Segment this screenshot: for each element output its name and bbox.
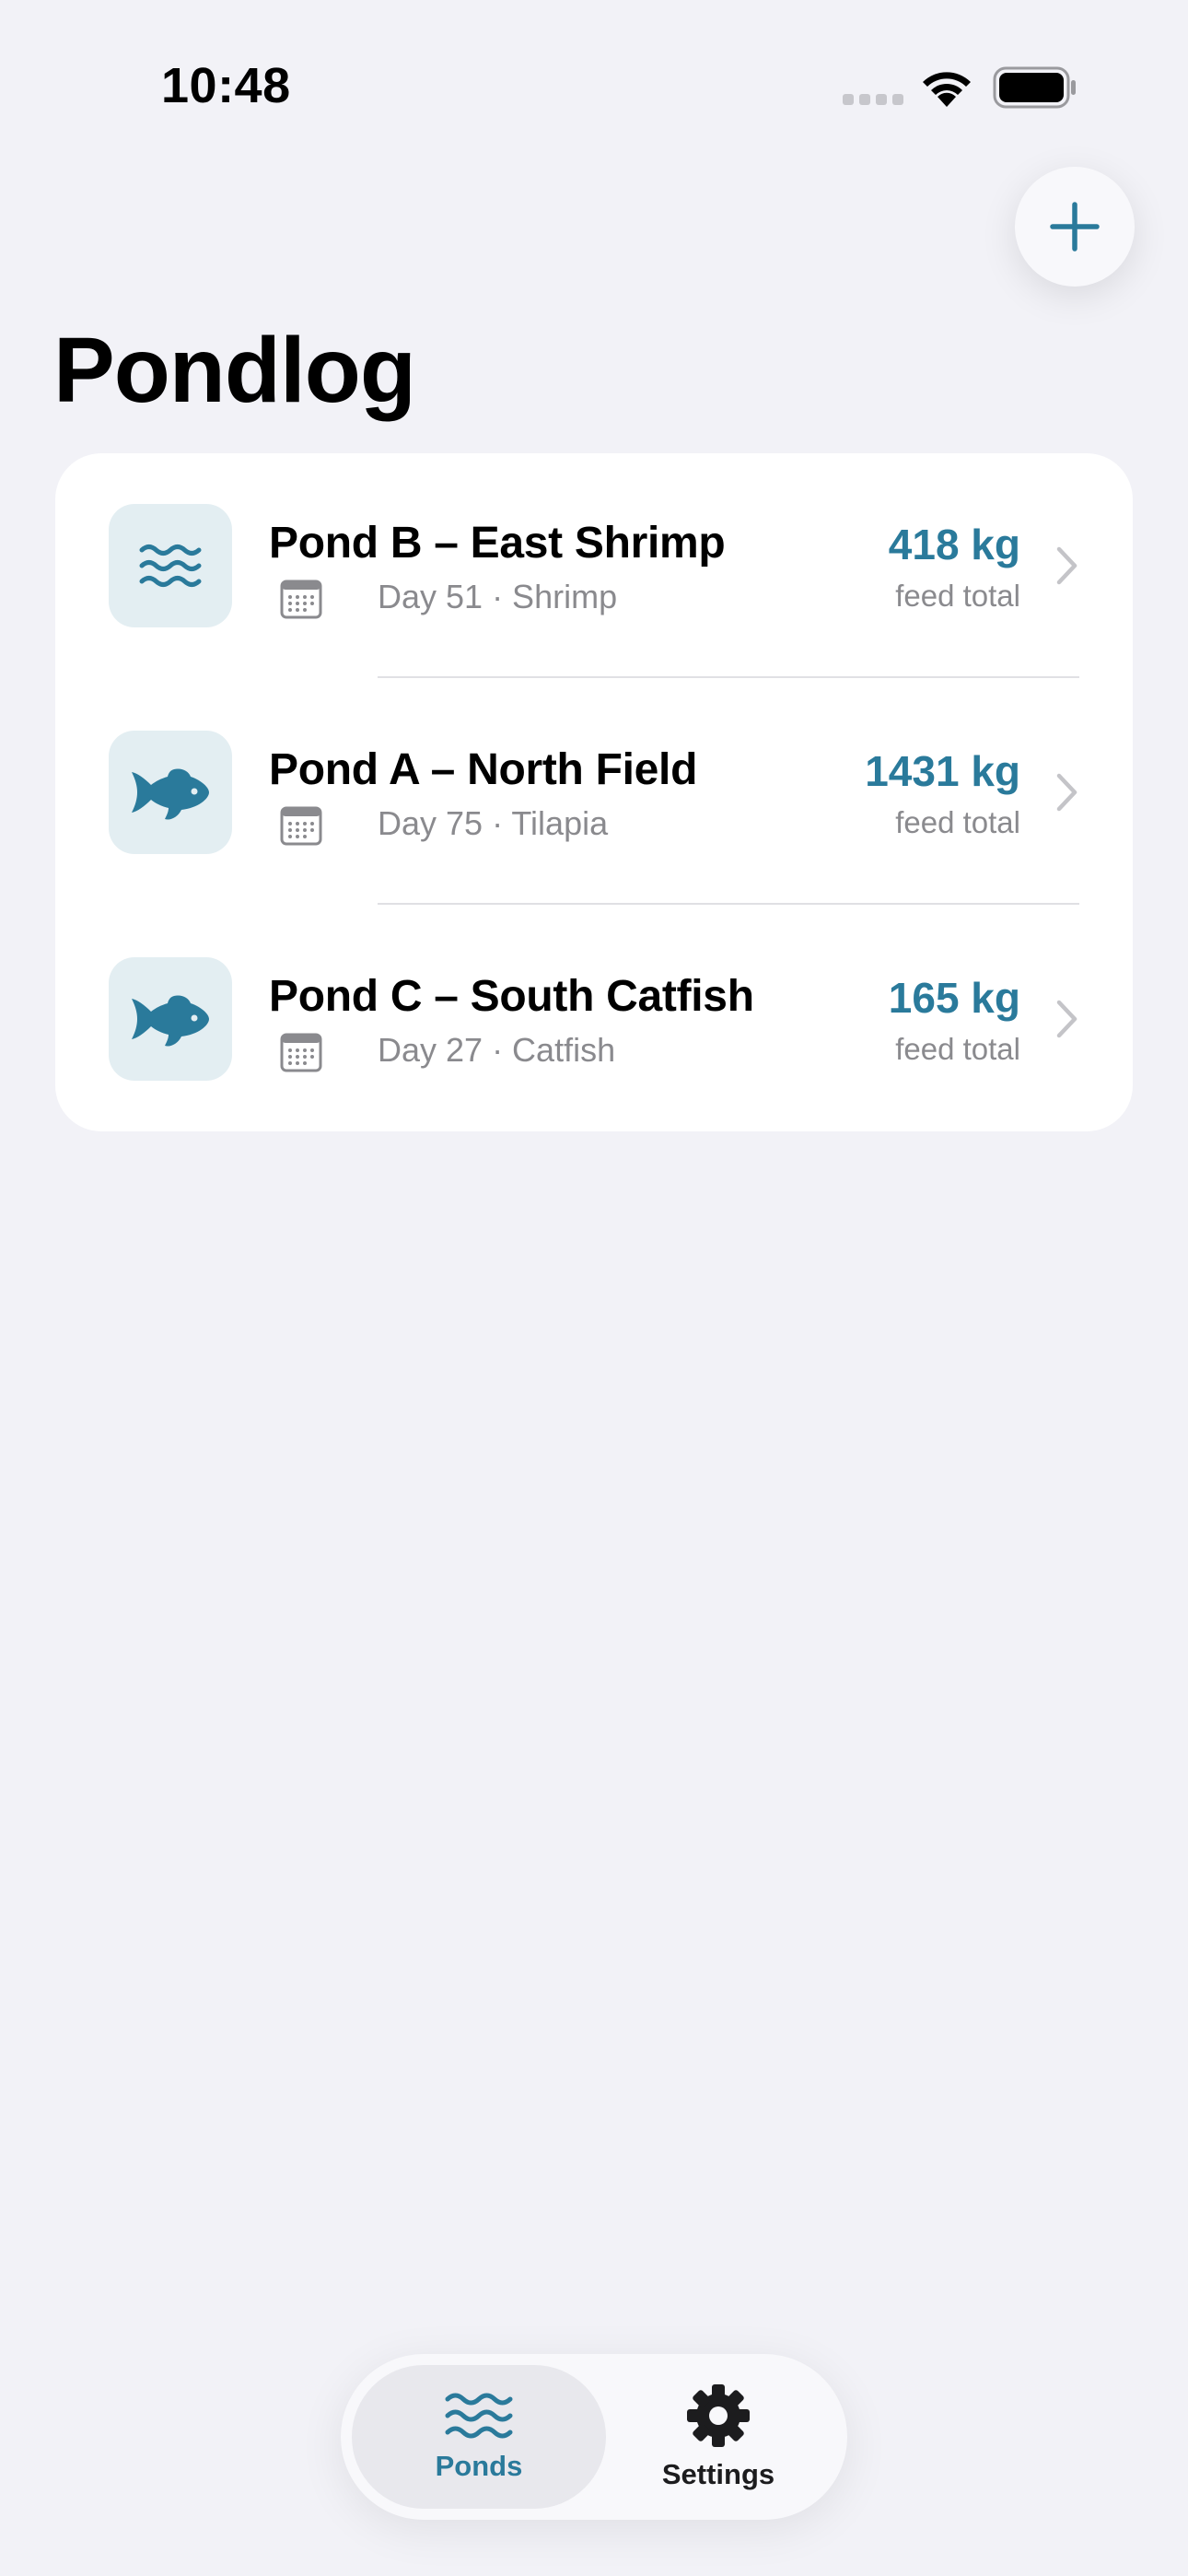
pond-type-tile bbox=[109, 504, 232, 627]
page-title: Pondlog bbox=[53, 319, 416, 422]
row-divider bbox=[378, 903, 1079, 905]
tab-ponds[interactable]: Ponds bbox=[352, 2354, 606, 2520]
feed-amount: 165 kg bbox=[888, 974, 1020, 1022]
feed-amount-label: feed total bbox=[895, 1032, 1020, 1066]
calendar-icon bbox=[280, 580, 322, 619]
pond-subtitle: Day 75 · Tilapia bbox=[378, 804, 609, 842]
pond-list: Pond B – East Shrimp Day 51 · Shrimp 418… bbox=[55, 453, 1133, 1131]
pond-row-a[interactable]: Pond A – North Field Day 75 · Tilapia 14… bbox=[55, 680, 1133, 906]
feed-amount-label: feed total bbox=[895, 579, 1020, 613]
cellular-signal-icon bbox=[843, 94, 903, 105]
pond-subtitle: Day 27 · Catfish bbox=[378, 1031, 616, 1069]
fish-icon bbox=[132, 995, 209, 1047]
tab-settings-label: Settings bbox=[661, 2458, 775, 2490]
row-divider bbox=[378, 676, 1079, 678]
pond-row-c[interactable]: Pond C – South Catfish Day 27 · Catfish … bbox=[55, 907, 1133, 1132]
chevron-right-icon bbox=[1056, 546, 1077, 585]
feed-amount: 418 kg bbox=[888, 521, 1020, 568]
chevron-right-icon bbox=[1056, 1000, 1077, 1038]
tab-settings[interactable]: Settings bbox=[599, 2354, 838, 2520]
calendar-icon bbox=[280, 1033, 322, 1072]
waves-icon bbox=[139, 544, 202, 587]
plus-icon bbox=[1050, 202, 1100, 252]
pond-name: Pond A – North Field bbox=[269, 745, 698, 794]
add-pond-button[interactable] bbox=[1015, 167, 1135, 287]
pond-subtitle: Day 51 · Shrimp bbox=[378, 578, 618, 615]
pond-row-b[interactable]: Pond B – East Shrimp Day 51 · Shrimp 418… bbox=[55, 453, 1133, 679]
pond-type-tile bbox=[109, 957, 232, 1081]
battery-icon bbox=[993, 66, 1076, 109]
feed-amount: 1431 kg bbox=[865, 747, 1020, 795]
waves-icon bbox=[445, 2393, 513, 2439]
pond-name: Pond B – East Shrimp bbox=[269, 519, 726, 568]
chevron-right-icon bbox=[1056, 773, 1077, 812]
pond-type-tile bbox=[109, 731, 232, 854]
pond-name: Pond C – South Catfish bbox=[269, 972, 754, 1021]
feed-amount-label: feed total bbox=[895, 805, 1020, 839]
fish-icon bbox=[132, 768, 209, 820]
tab-bar: Ponds Settings bbox=[341, 2354, 847, 2520]
calendar-icon bbox=[280, 806, 322, 846]
status-time: 10:48 bbox=[161, 58, 291, 113]
wifi-icon bbox=[923, 72, 971, 107]
tab-ponds-label: Ponds bbox=[435, 2450, 523, 2482]
gear-icon bbox=[687, 2384, 750, 2447]
